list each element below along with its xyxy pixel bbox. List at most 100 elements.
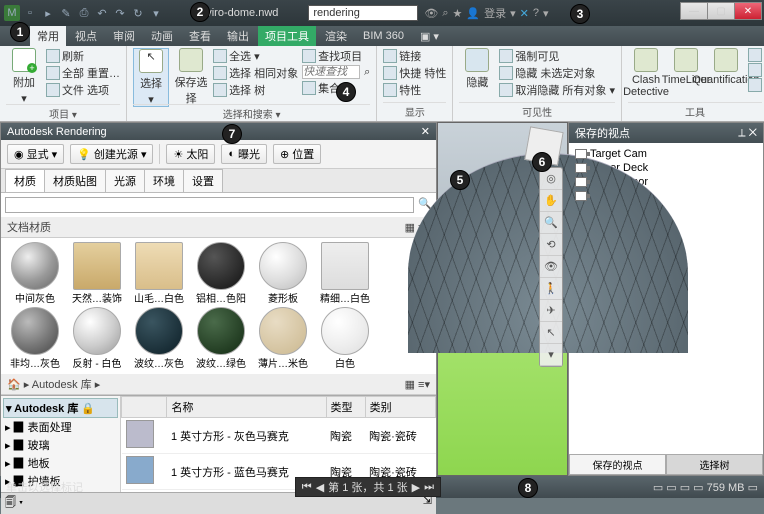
col-name[interactable]: 名称 [167, 397, 326, 418]
quick-find-input[interactable] [302, 65, 360, 79]
pan-icon[interactable]: ✋ [540, 190, 562, 212]
look-icon[interactable]: 👁 [540, 256, 562, 278]
panel-label-project[interactable]: 项目 ▾ [6, 104, 120, 121]
user-icon[interactable]: 👤 [466, 7, 480, 20]
create-light-button[interactable]: 💡创建光源 ▾ [70, 144, 153, 164]
tab-project-tools[interactable]: 项目工具 [258, 26, 316, 46]
location-button[interactable]: ⊕位置 [273, 144, 321, 164]
nav-more-icon[interactable]: ▾ [540, 344, 562, 366]
properties-button[interactable]: 特性 [383, 82, 446, 98]
binoculars-icon[interactable]: 👁 [424, 7, 438, 20]
login-label[interactable]: 登录 [484, 5, 506, 21]
minimize-button[interactable]: — [680, 2, 708, 20]
close-button[interactable]: ✕ [734, 2, 762, 20]
orbit-icon[interactable]: ⟲ [540, 234, 562, 256]
tab-selection-tree[interactable]: 选择树 [666, 454, 763, 475]
material-swatch[interactable]: 波纹…绿色 [191, 307, 251, 370]
tab-end-icon[interactable]: ▣ ▾ [413, 28, 446, 45]
col-type[interactable]: 类型 [326, 397, 365, 418]
fly-icon[interactable]: ✈ [540, 300, 562, 322]
material-swatch[interactable]: 薄片…米色 [253, 307, 313, 370]
tab-bim360[interactable]: BIM 360 [356, 28, 411, 44]
app-menu-icon[interactable]: M [4, 5, 20, 21]
material-swatch[interactable]: 波纹…灰色 [129, 307, 189, 370]
unhide-all-button[interactable]: 取消隐藏 所有对象 ▾ [499, 82, 615, 98]
refresh-button[interactable]: 刷新 [46, 48, 120, 64]
tool-icon-2[interactable] [748, 63, 762, 77]
hide-button[interactable]: 隐藏 [459, 48, 495, 90]
dropdown-icon[interactable]: ▾ [510, 7, 516, 20]
tab-view[interactable]: 查看 [182, 26, 218, 46]
tab-materials[interactable]: 材质 [5, 169, 45, 192]
tab-home[interactable]: 常用 [30, 26, 66, 46]
tab-anim[interactable]: 动画 [144, 26, 180, 46]
sheet-next-icon[interactable]: ▶ [412, 481, 420, 494]
tab-review[interactable]: 审阅 [106, 26, 142, 46]
open-icon[interactable]: ▸ [40, 5, 56, 21]
reset-all-button[interactable]: 全部 重置… [46, 65, 120, 81]
walk-icon[interactable]: 🚶 [540, 278, 562, 300]
tab-output[interactable]: 输出 [220, 26, 256, 46]
tab-viewpoint[interactable]: 视点 [68, 26, 104, 46]
tab-saved-vp[interactable]: 保存的视点 [569, 454, 666, 475]
panel-pin-icon[interactable]: ⟂ [738, 127, 745, 139]
material-swatch[interactable]: 天然…装饰 [67, 242, 127, 305]
key-icon[interactable]: ⌕ [442, 7, 448, 20]
display-mode-button[interactable]: ◉显式 ▾ [7, 144, 64, 164]
tab-lights[interactable]: 光源 [105, 169, 145, 192]
sheet-prev-icon[interactable]: ◀ [316, 481, 324, 494]
list-view-icon-2[interactable]: ≡▾ [418, 379, 430, 391]
selection-tree-button[interactable]: 选择 树 [213, 82, 298, 98]
file-options-button[interactable]: 文件 选项 [46, 82, 120, 98]
select-same-button[interactable]: 选择 相同对象 [213, 65, 298, 81]
material-swatch[interactable]: 中间灰色 [5, 242, 65, 305]
grid-view-icon-2[interactable]: ▦ [405, 379, 415, 391]
exposure-button[interactable]: ◐曝光 [221, 144, 267, 164]
links-button[interactable]: 链接 [383, 48, 446, 64]
material-swatch[interactable]: 白色 [315, 307, 375, 370]
lib-manage-icon[interactable]: 🗐 ▾ [5, 494, 23, 513]
tab-render[interactable]: 渲染 [318, 26, 354, 46]
search-input[interactable] [308, 5, 418, 21]
require-button[interactable]: 强制可见 [499, 48, 615, 64]
exchange-icon[interactable]: ✕ [520, 7, 529, 20]
tab-settings[interactable]: 设置 [183, 169, 223, 192]
col-category[interactable]: 类别 [365, 397, 435, 418]
redo-icon[interactable]: ↷ [112, 5, 128, 21]
find-items-button[interactable]: 查找项目 [302, 48, 370, 64]
material-swatch[interactable]: 精细…白色 [315, 242, 375, 305]
star-icon[interactable]: ★ [453, 7, 463, 20]
select-mode-icon[interactable]: ↖ [540, 322, 562, 344]
quant-button[interactable]: Quantification [708, 48, 744, 86]
tool-icon-3[interactable] [748, 78, 762, 92]
sheet-last-icon[interactable]: ⏭ [424, 481, 434, 494]
material-swatch[interactable]: 非均…灰色 [5, 307, 65, 370]
maximize-button[interactable]: ▢ [707, 2, 735, 20]
panel-label-select[interactable]: 选择和搜索 ▾ [133, 104, 370, 121]
new-icon[interactable]: ▫ [22, 5, 38, 21]
library-root[interactable]: ▾ Autodesk 库 🔒 [3, 398, 118, 418]
lib-row-1[interactable]: 1 英寸方形 - 灰色马赛克陶瓷陶瓷·瓷砖 [122, 418, 436, 454]
clash-button[interactable]: Clash Detective [628, 48, 664, 98]
quick-find-go-icon[interactable]: ⌕ [364, 66, 370, 79]
print-icon[interactable]: ⎙ [76, 5, 92, 21]
save-icon[interactable]: ✎ [58, 5, 74, 21]
refresh-icon[interactable]: ↻ [130, 5, 146, 21]
quick-props-button[interactable]: 快捷 特性 [383, 65, 446, 81]
tree-item-glass[interactable]: ▸ ▉ 玻璃 [3, 436, 118, 454]
help-icon[interactable]: ? [533, 7, 539, 19]
save-selection-button[interactable]: 保存选择 [173, 48, 209, 106]
material-swatch[interactable]: 菱形板 [253, 242, 313, 305]
material-swatch[interactable]: 铝相…色阳 [191, 242, 251, 305]
tree-item-floor[interactable]: ▸ ▉ 地板 [3, 454, 118, 472]
append-button[interactable]: +附加▾ [6, 48, 42, 105]
material-swatch[interactable]: 山毛…白色 [129, 242, 189, 305]
panel-close-icon-2[interactable]: ✕ [749, 127, 757, 139]
qat-dropdown-icon[interactable]: ▾ [148, 5, 164, 21]
tree-item-surface[interactable]: ▸ ▉ 表面处理 [3, 418, 118, 436]
sun-button[interactable]: ☀太阳 [166, 144, 215, 164]
tab-matmap[interactable]: 材质贴图 [44, 169, 106, 192]
tab-env[interactable]: 环境 [144, 169, 184, 192]
sheet-first-icon[interactable]: ⏮ [302, 481, 312, 494]
tool-icon-1[interactable] [748, 48, 762, 62]
